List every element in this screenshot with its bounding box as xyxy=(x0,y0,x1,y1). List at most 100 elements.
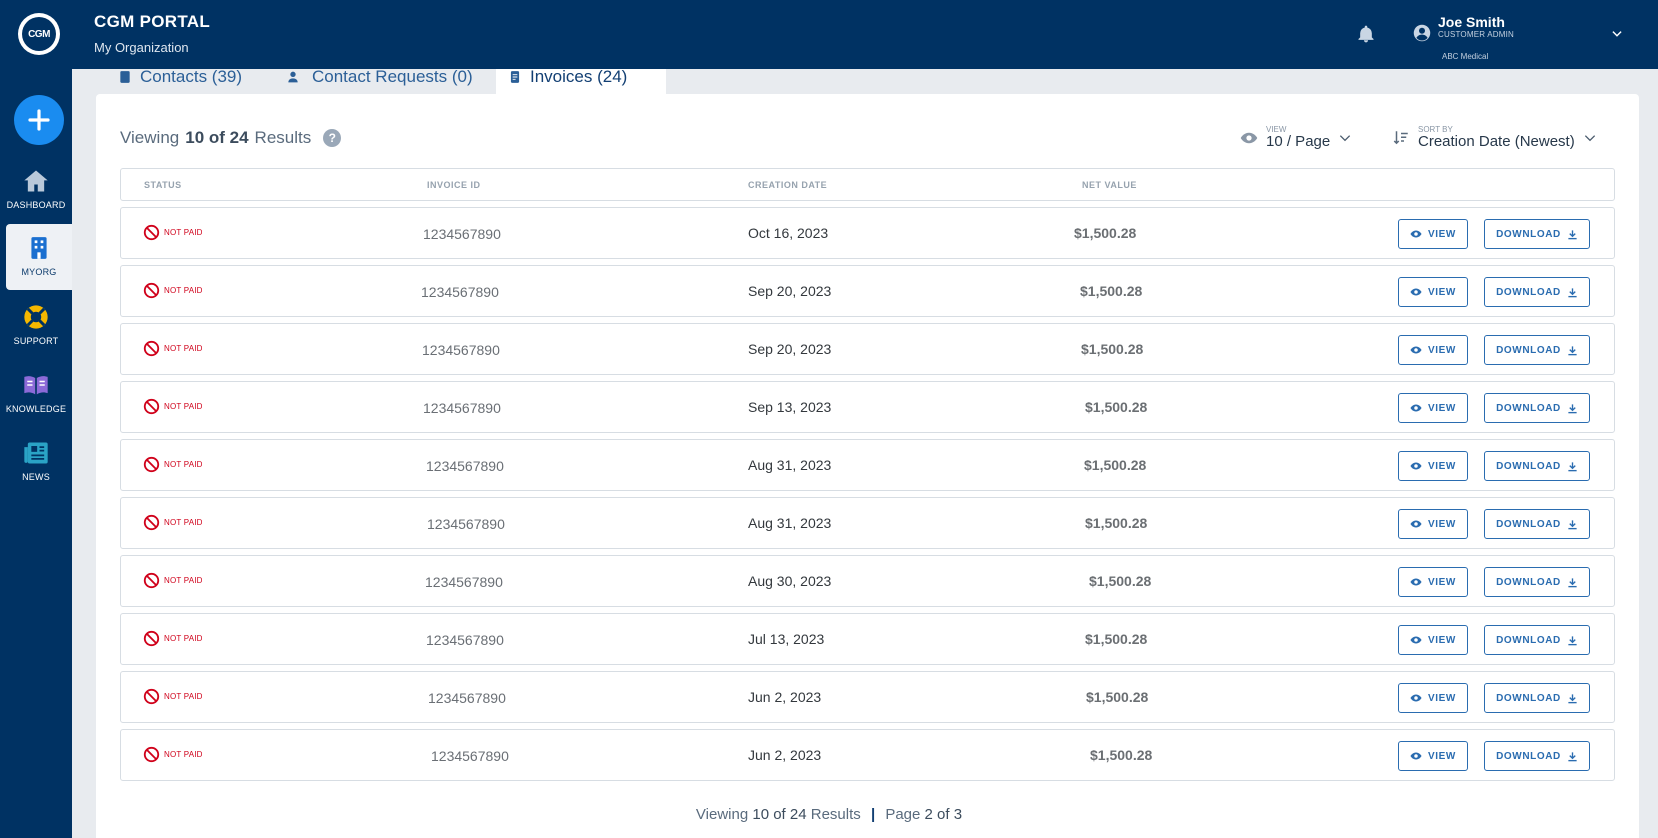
add-button[interactable] xyxy=(14,95,64,145)
user-role: CUSTOMER ADMIN xyxy=(1438,30,1514,39)
download-invoice-button[interactable]: DOWNLOAD xyxy=(1484,741,1590,771)
view-invoice-button[interactable]: VIEW xyxy=(1398,683,1468,713)
help-icon[interactable]: ? xyxy=(323,129,342,147)
sort-by-select[interactable]: SORT BY Creation Date (Newest) xyxy=(1392,126,1597,150)
sidebar-item-label: KNOWLEDGE xyxy=(5,404,67,414)
creation-date: Sep 20, 2023 xyxy=(748,341,832,357)
footer-count: 10 of 24 xyxy=(752,806,807,823)
view-invoice-button[interactable]: VIEW xyxy=(1398,335,1468,365)
logo-text: CGM xyxy=(22,17,56,51)
download-invoice-button[interactable]: DOWNLOAD xyxy=(1484,509,1590,539)
footer-suffix: Results xyxy=(810,806,861,823)
table-row: NOT PAID 1234567890 Jul 13, 2023 $1,500.28 V… xyxy=(120,613,1615,665)
view-invoice-button[interactable]: VIEW xyxy=(1398,277,1468,307)
chevron-down-icon[interactable] xyxy=(1610,27,1624,41)
table-header: STATUS INVOICE ID CREATION DATE NET VALU… xyxy=(120,168,1615,201)
download-icon xyxy=(1568,461,1577,471)
net-value: $1,500.28 xyxy=(1090,747,1153,763)
user-organization: ABC Medical xyxy=(1442,52,1489,61)
download-invoice-button[interactable]: DOWNLOAD xyxy=(1484,683,1590,713)
lifebuoy-icon xyxy=(24,305,48,329)
status-label: NOT PAID xyxy=(164,460,203,469)
add-user-icon xyxy=(288,71,298,82)
eye-icon xyxy=(1410,288,1422,296)
status-badge: NOT PAID xyxy=(143,572,203,589)
view-invoice-button[interactable]: VIEW xyxy=(1398,741,1468,771)
sidebar-item-dashboard[interactable]: DASHBOARD xyxy=(0,157,72,223)
column-header-invoice-id[interactable]: INVOICE ID xyxy=(427,180,481,190)
portal-subtitle: My Organization xyxy=(94,40,189,55)
view-invoice-button[interactable]: VIEW xyxy=(1398,567,1468,597)
tab-label: Invoices (24) xyxy=(530,66,628,86)
view-button-label: VIEW xyxy=(1428,286,1456,298)
column-header-creation-date[interactable]: CREATION DATE xyxy=(748,180,827,190)
download-invoice-button[interactable]: DOWNLOAD xyxy=(1484,219,1590,249)
net-value: $1,500.28 xyxy=(1081,341,1144,357)
table-row: NOT PAID 1234567890 Aug 30, 2023 $1,500.28 V… xyxy=(120,555,1615,607)
results-prefix: Viewing xyxy=(120,128,180,147)
eye-icon xyxy=(1410,520,1422,528)
eye-icon xyxy=(1410,404,1422,412)
view-button-label: VIEW xyxy=(1428,344,1456,356)
net-value: $1,500.28 xyxy=(1085,631,1148,647)
sidebar-item-support[interactable]: SUPPORT xyxy=(0,293,72,359)
column-header-status[interactable]: STATUS xyxy=(144,180,182,190)
sidebar-item-myorg[interactable]: MYORG xyxy=(6,224,72,290)
view-button-label: VIEW xyxy=(1428,750,1456,762)
download-button-label: DOWNLOAD xyxy=(1496,692,1561,704)
bell-icon[interactable] xyxy=(1356,24,1376,44)
not-paid-icon xyxy=(143,340,160,357)
table-row: NOT PAID 1234567890 Oct 16, 2023 $1,500.28 V… xyxy=(120,207,1615,259)
pagination-summary: Viewing 10 of 24 Results | Page 2 of 3 xyxy=(0,806,1658,823)
tab-bar: Contacts (39) Contact Requests (0) Invoi… xyxy=(96,59,1639,94)
download-invoice-button[interactable]: DOWNLOAD xyxy=(1484,335,1590,365)
status-label: NOT PAID xyxy=(164,634,203,643)
table-row: NOT PAID 1234567890 Aug 31, 2023 $1,500.28 V… xyxy=(120,439,1615,491)
user-name[interactable]: Joe Smith xyxy=(1438,14,1505,30)
sidebar-item-knowledge[interactable]: KNOWLEDGE xyxy=(0,361,72,427)
view-button-label: VIEW xyxy=(1428,692,1456,704)
creation-date: Jun 2, 2023 xyxy=(748,689,822,705)
download-invoice-button[interactable]: DOWNLOAD xyxy=(1484,567,1590,597)
download-icon xyxy=(1568,693,1577,703)
status-badge: NOT PAID xyxy=(143,688,203,705)
invoice-id: 1234567890 xyxy=(423,226,501,242)
status-label: NOT PAID xyxy=(164,692,203,701)
status-label: NOT PAID xyxy=(164,576,203,585)
results-count: 10 of 24 xyxy=(185,128,249,147)
view-button-label: VIEW xyxy=(1428,576,1456,588)
sidebar-item-news[interactable]: NEWS xyxy=(0,429,72,495)
eye-icon xyxy=(1410,230,1422,238)
download-button-label: DOWNLOAD xyxy=(1496,286,1561,298)
table-row: NOT PAID 1234567890 Sep 13, 2023 $1,500.28 V… xyxy=(120,381,1615,433)
download-invoice-button[interactable]: DOWNLOAD xyxy=(1484,393,1590,423)
net-value: $1,500.28 xyxy=(1085,515,1148,531)
view-per-page-select[interactable]: VIEW 10 / Page xyxy=(1240,126,1352,150)
view-invoice-button[interactable]: VIEW xyxy=(1398,393,1468,423)
eye-icon xyxy=(1410,636,1422,644)
table-row: NOT PAID 1234567890 Jun 2, 2023 $1,500.28 VI… xyxy=(120,729,1615,781)
creation-date: Jul 13, 2023 xyxy=(748,631,825,647)
status-label: NOT PAID xyxy=(164,518,203,527)
view-invoice-button[interactable]: VIEW xyxy=(1398,451,1468,481)
building-icon xyxy=(31,237,47,259)
download-invoice-button[interactable]: DOWNLOAD xyxy=(1484,451,1590,481)
download-button-label: DOWNLOAD xyxy=(1496,576,1561,588)
net-value: $1,500.28 xyxy=(1074,225,1137,241)
view-button-label: VIEW xyxy=(1428,460,1456,472)
download-invoice-button[interactable]: DOWNLOAD xyxy=(1484,277,1590,307)
view-invoice-button[interactable]: VIEW xyxy=(1398,219,1468,249)
download-icon xyxy=(1568,345,1577,355)
view-invoice-button[interactable]: VIEW xyxy=(1398,509,1468,539)
download-icon xyxy=(1568,519,1577,529)
view-invoice-button[interactable]: VIEW xyxy=(1398,625,1468,655)
invoice-id: 1234567890 xyxy=(431,748,509,764)
results-summary: Viewing 10 of 24 Results ? xyxy=(120,128,342,148)
download-icon xyxy=(1568,751,1577,761)
column-header-net-value[interactable]: NET VALUE xyxy=(1082,180,1137,190)
book-icon xyxy=(24,376,48,395)
status-badge: NOT PAID xyxy=(143,398,203,415)
cgm-logo[interactable]: CGM xyxy=(18,13,60,55)
download-invoice-button[interactable]: DOWNLOAD xyxy=(1484,625,1590,655)
user-avatar-icon[interactable] xyxy=(1413,24,1431,42)
